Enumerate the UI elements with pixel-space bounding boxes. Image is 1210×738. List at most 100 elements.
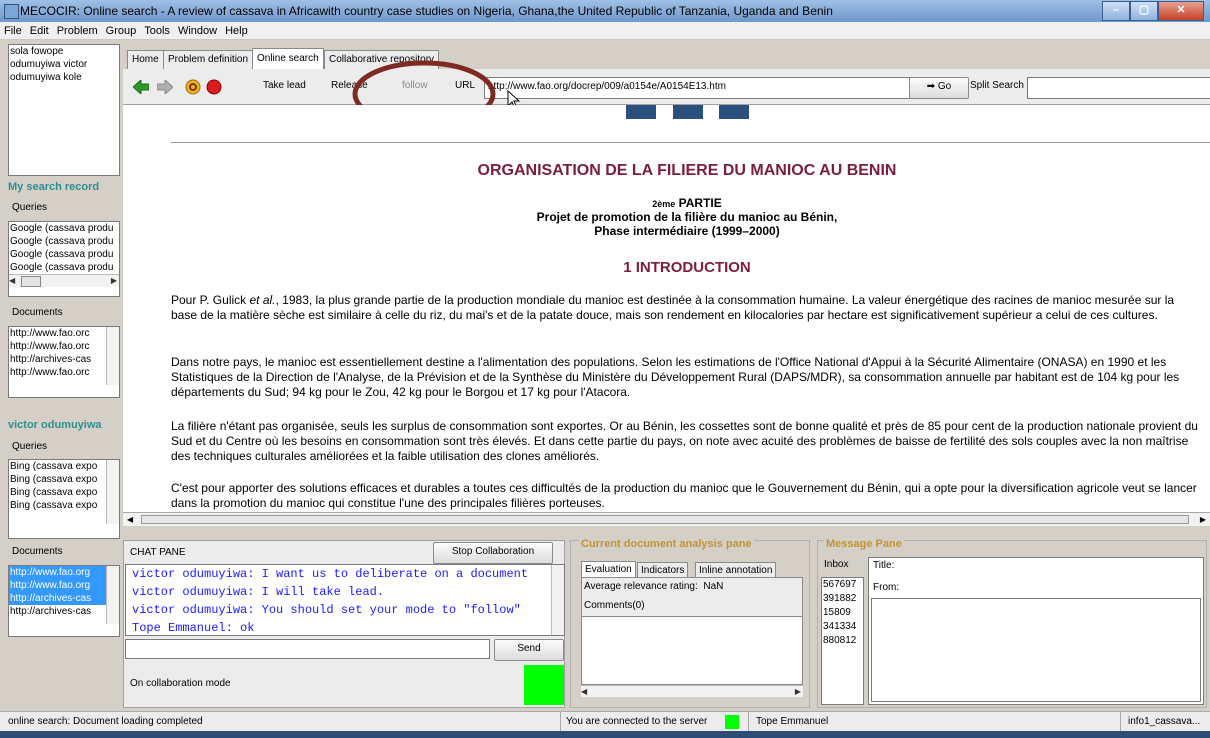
section-heading: 1 INTRODUCTION	[623, 259, 751, 276]
split-search-label: Split Search	[970, 80, 1024, 91]
message-pane: Message Pane Inbox 567697 391882 15809 3…	[817, 538, 1207, 708]
forward-arrow-icon[interactable]	[157, 80, 173, 94]
document-item[interactable]: http://archives-cas	[9, 353, 107, 366]
tab-problem-definition[interactable]: Problem definition	[163, 50, 254, 69]
tab-inline-annotation[interactable]: Inline annotation	[695, 562, 777, 577]
menu-window[interactable]: Window	[174, 22, 221, 40]
tab-home[interactable]: Home	[127, 50, 164, 69]
paragraph-1-start: Pour P. Gulick	[171, 293, 250, 307]
prev-page-icon[interactable]	[626, 105, 656, 119]
chat-message: victor odumuyiwa: You should set your mo…	[132, 603, 521, 617]
tab-evaluation[interactable]: Evaluation	[581, 561, 636, 577]
message-body[interactable]	[871, 598, 1201, 702]
scroll-thumb[interactable]	[141, 515, 1189, 524]
horizontal-scrollbar[interactable]: ◀ ▶	[9, 274, 119, 287]
app-icon	[4, 4, 19, 19]
divider	[748, 712, 749, 732]
query-item[interactable]: Bing (cassava expo	[9, 499, 107, 512]
document-horizontal-scrollbar[interactable]: ◀ ▶	[123, 512, 1210, 526]
query-item[interactable]: Google (cassava produ	[9, 261, 119, 274]
menu-bar: File Edit Problem Group Tools Window Help	[0, 22, 1210, 40]
take-lead-button[interactable]: Take lead	[263, 80, 306, 91]
inbox-item[interactable]: 567697	[822, 578, 863, 592]
victor-queries-list: Bing (cassava expo Bing (cassava expo Bi…	[8, 459, 120, 539]
url-input[interactable]: http://www.fao.org/docrep/009/a0154e/A01…	[484, 77, 911, 99]
document-item[interactable]: http://www.fao.orc	[9, 327, 107, 340]
index-page-icon[interactable]	[673, 105, 703, 119]
menu-file[interactable]: File	[0, 22, 26, 40]
evaluation-panel: Average relevance rating: NaN Comments(0…	[581, 577, 803, 685]
inbox-item[interactable]: 391882	[822, 592, 863, 606]
inbox-item[interactable]: 341334	[822, 620, 863, 634]
maximize-button[interactable]: ▢	[1130, 1, 1158, 21]
user-list-item[interactable]: odumuyiwa victor	[9, 58, 119, 71]
inbox-item[interactable]: 15809	[822, 606, 863, 620]
query-item[interactable]: Google (cassava produ	[9, 235, 119, 248]
vertical-scrollbar[interactable]	[106, 566, 119, 624]
document-part: 2ème PARTIE	[123, 196, 1210, 211]
vertical-scrollbar[interactable]	[106, 327, 119, 385]
back-arrow-icon[interactable]	[133, 80, 149, 94]
scroll-left-icon[interactable]: ◀	[127, 513, 133, 526]
vertical-scrollbar[interactable]	[551, 565, 564, 635]
chat-log[interactable]: victor odumuyiwa: I want us to deliberat…	[125, 564, 565, 636]
query-item[interactable]: Bing (cassava expo	[9, 473, 107, 486]
rating-label: Average relevance rating:	[584, 581, 698, 592]
document-item[interactable]: http://archives-cas	[9, 592, 107, 605]
my-search-record-title: My search record	[8, 181, 100, 193]
query-item[interactable]: Bing (cassava expo	[9, 486, 107, 499]
menu-edit[interactable]: Edit	[26, 22, 53, 40]
document-item[interactable]: http://archives-cas	[9, 605, 107, 618]
query-item[interactable]: Bing (cassava expo	[9, 460, 107, 473]
minimize-button[interactable]: –	[1102, 1, 1130, 21]
comments-list[interactable]	[582, 616, 802, 684]
inbox-list[interactable]: 567697 391882 15809 341334 880812	[821, 577, 864, 705]
divider	[560, 712, 561, 732]
message-title-label: Title:	[873, 560, 895, 571]
document-item[interactable]: http://www.fao.orc	[9, 366, 107, 379]
tab-online-search[interactable]: Online search	[252, 48, 324, 70]
average-relevance-rating: Average relevance rating: NaN	[584, 581, 723, 592]
tab-indicators[interactable]: Indicators	[637, 562, 689, 577]
vertical-scrollbar[interactable]	[106, 460, 119, 524]
document-title: ORGANISATION DE LA FILIERE DU MANIOC AU …	[477, 162, 897, 179]
document-part-word: PARTIE	[678, 196, 722, 210]
my-documents-list: http://www.fao.orc http://www.fao.orc ht…	[8, 326, 120, 398]
paragraph-1: Pour P. Gulick et al., 1983, la plus gra…	[171, 293, 1201, 323]
analysis-pane: Current document analysis pane Evaluatio…	[570, 538, 810, 708]
go-button[interactable]: ➡ Go	[909, 77, 969, 99]
document-item[interactable]: http://www.fao.orc	[9, 340, 107, 353]
menu-problem[interactable]: Problem	[53, 22, 102, 40]
browser-toolbar: Take lead Release follow URL http://www.…	[123, 69, 1210, 105]
menu-group[interactable]: Group	[102, 22, 141, 40]
document-view[interactable]: ORGANISATION DE LA FILIERE DU MANIOC AU …	[123, 105, 1210, 512]
document-item[interactable]: http://www.fao.org	[9, 579, 107, 592]
next-page-icon[interactable]	[719, 105, 749, 119]
document-item[interactable]: http://www.fao.org	[9, 566, 107, 579]
stop-icon[interactable]	[206, 79, 222, 95]
chat-pane: CHAT PANE Stop Collaboration victor odum…	[123, 540, 565, 708]
current-user: Tope Emmanuel	[756, 716, 829, 727]
stop-collaboration-button[interactable]: Stop Collaboration	[433, 542, 553, 564]
inbox-item[interactable]: 880812	[822, 634, 863, 648]
query-item[interactable]: Google (cassava produ	[9, 222, 119, 235]
status-right: info1_cassava...	[1128, 716, 1201, 727]
split-search-input[interactable]	[1027, 77, 1210, 99]
close-button[interactable]: ✕	[1158, 1, 1204, 21]
user-list-item[interactable]: odumuyiwa kole	[9, 71, 119, 84]
server-status-indicator	[725, 715, 739, 729]
scroll-right-icon[interactable]: ▶	[1200, 513, 1206, 526]
document-subtitle-2: Phase intermédiaire (1999–2000)	[594, 224, 780, 238]
horizontal-scrollbar[interactable]: ◀ ▶	[581, 685, 803, 697]
chat-input[interactable]	[125, 639, 490, 659]
send-button[interactable]: Send	[494, 639, 564, 661]
reload-icon[interactable]	[185, 79, 201, 95]
query-item[interactable]: Google (cassava produ	[9, 248, 119, 261]
menu-tools[interactable]: Tools	[140, 22, 174, 40]
paragraph-4: C'est pour apporter des solutions effica…	[171, 481, 1197, 510]
chat-message: Tope Emmanuel: ok	[132, 621, 255, 635]
user-list-item[interactable]: sola fowope	[9, 45, 119, 58]
menu-help[interactable]: Help	[221, 22, 252, 40]
documents-label: Documents	[12, 546, 63, 557]
chat-pane-title: CHAT PANE	[130, 547, 186, 558]
